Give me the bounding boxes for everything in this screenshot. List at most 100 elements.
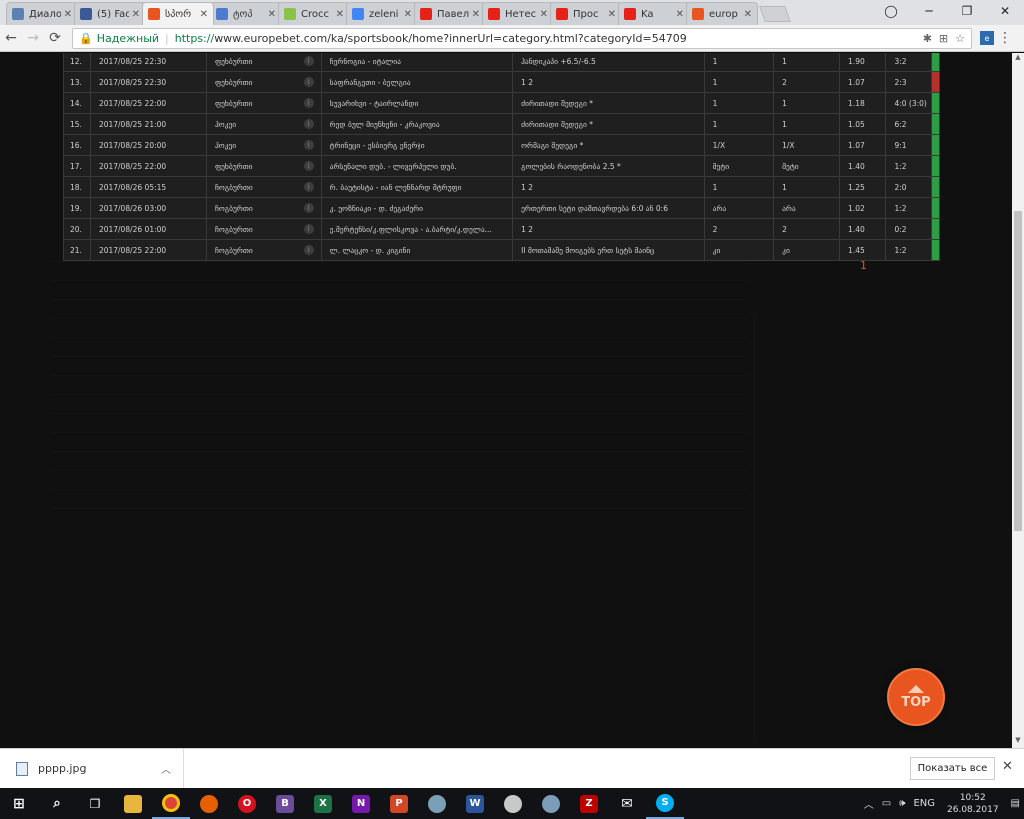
info-icon[interactable]: i — [303, 140, 314, 150]
info-icon[interactable]: i — [303, 224, 314, 234]
new-tab-button[interactable] — [759, 6, 791, 22]
table-row[interactable]: 19. 2017/08/26 03:00 ჩოგბურთი i კ. უოზნიაკი … — [63, 197, 941, 219]
start-icon[interactable]: ⊞ — [0, 788, 38, 819]
excel-icon[interactable]: X — [304, 788, 342, 819]
scrollbar-thumb[interactable] — [1014, 211, 1022, 531]
tab-close-icon[interactable]: ✕ — [200, 9, 208, 20]
address-bar[interactable]: 🔒 Надежный | https:// www.europebet.com/… — [72, 27, 972, 49]
table-row[interactable]: 18. 2017/08/26 05:15 ჩოგბურთი i რ. ბაუტისტა … — [63, 176, 941, 198]
browser-tab[interactable]: Crocc ✕ — [278, 2, 350, 25]
table-row[interactable]: 16. 2017/08/25 20:00 ჰოკეი i ტრინეცი - ესბიე… — [63, 134, 941, 156]
search-icon[interactable]: ⌕ — [38, 788, 76, 819]
tab-close-icon[interactable]: ✕ — [676, 9, 684, 20]
scroll-up-icon[interactable]: ▲ — [1012, 53, 1024, 65]
cell-pick: 1/X — [703, 134, 775, 156]
translate-icon[interactable]: ⊞ — [939, 32, 948, 45]
browser-tab[interactable]: zeleni ✕ — [346, 2, 418, 25]
minimize-icon[interactable]: ─ — [910, 0, 948, 22]
show-all-button[interactable]: Показать все — [910, 757, 995, 780]
powerpoint-icon[interactable]: P — [380, 788, 418, 819]
table-row[interactable]: 13. 2017/08/25 22:30 ფეხბურთი i საფრანგეთი -… — [63, 71, 941, 93]
browser-tab[interactable]: (5) Fac ✕ — [74, 2, 146, 25]
info-icon[interactable]: i — [303, 56, 314, 66]
cell-pick: კი — [703, 239, 775, 261]
image-file-icon — [16, 761, 28, 776]
scroll-down-icon[interactable]: ▼ — [1012, 736, 1024, 748]
chevron-up-icon[interactable]: ︿ — [161, 761, 171, 776]
clock[interactable]: 10:52 26.08.2017 — [947, 792, 999, 816]
tab-close-icon[interactable]: ✕ — [404, 9, 412, 20]
tab-close-icon[interactable]: ✕ — [472, 9, 480, 20]
back-icon[interactable]: ← — [0, 30, 22, 46]
browser-tab[interactable]: ტოპ ✕ — [210, 2, 282, 25]
media-icon[interactable] — [418, 788, 456, 819]
close-window-icon[interactable]: ✕ — [986, 0, 1024, 22]
info-icon[interactable]: i — [303, 98, 314, 108]
mail-icon[interactable]: ✉ — [608, 788, 646, 819]
opera-icon[interactable]: O — [228, 788, 266, 819]
info-icon[interactable]: i — [303, 119, 314, 129]
page-scrollbar[interactable]: ▲ ▼ — [1012, 53, 1024, 748]
browser-tab[interactable]: Прос ✕ — [550, 2, 622, 25]
chrome-icon[interactable] — [152, 788, 190, 819]
secure-label[interactable]: Надежный — [97, 32, 159, 45]
file-explorer-icon[interactable] — [114, 788, 152, 819]
tab-close-icon[interactable]: ✕ — [132, 9, 140, 20]
background-divider — [52, 318, 747, 319]
firefox-icon[interactable] — [190, 788, 228, 819]
language-indicator[interactable]: ENG — [913, 798, 935, 809]
task-view-icon[interactable]: ❐ — [76, 788, 114, 819]
extension-badge-icon[interactable]: e — [980, 31, 994, 45]
tray-expand-icon[interactable]: ︿ — [864, 796, 874, 811]
cloud-app-icon[interactable] — [494, 788, 532, 819]
volume-icon[interactable]: 🕪 — [899, 798, 905, 809]
profile-icon[interactable]: ◯ — [872, 0, 910, 22]
cell-date: 2017/08/25 22:30 — [89, 71, 207, 93]
notifications-icon[interactable]: ▤ — [1011, 798, 1020, 809]
table-row[interactable]: 14. 2017/08/25 22:00 ფეხბურთი i სუვარიხვი - … — [63, 92, 941, 114]
table-row[interactable]: 17. 2017/08/25 22:00 ფეხბურთი i არსენალი დუბ… — [63, 155, 941, 177]
menu-icon[interactable]: ⋮ — [994, 30, 1016, 46]
forward-icon[interactable]: → — [22, 30, 44, 46]
browser-tab[interactable]: europ ✕ — [686, 2, 758, 25]
tool-icon[interactable] — [532, 788, 570, 819]
info-icon[interactable]: i — [303, 77, 314, 87]
onenote-icon[interactable]: N — [342, 788, 380, 819]
tab-close-icon[interactable]: ✕ — [336, 9, 344, 20]
table-row[interactable]: 12. 2017/08/25 22:30 ფეხბურთი i ჩერნოგია - ი… — [63, 53, 941, 72]
table-row[interactable]: 15. 2017/08/25 21:00 ჰოკეი i რედ ბულ მიუნხენ… — [63, 113, 941, 135]
browser-tab[interactable]: სპორ ✕ — [142, 2, 214, 25]
word-icon[interactable]: W — [456, 788, 494, 819]
cell-result: 1 — [773, 176, 841, 198]
table-row[interactable]: 20. 2017/08/26 01:00 ჩოგბურთი i ე.მერტენსი/კ… — [63, 218, 941, 240]
tab-close-icon[interactable]: ✕ — [540, 9, 548, 20]
skype-icon[interactable]: S — [646, 788, 684, 819]
info-icon[interactable]: i — [303, 245, 314, 255]
tab-close-icon[interactable]: ✕ — [64, 9, 72, 20]
star-icon[interactable]: ☆ — [955, 32, 965, 45]
info-icon[interactable]: i — [303, 203, 314, 213]
table-row[interactable]: 21. 2017/08/25 22:00 ჩოგბურთი i ლ. ლაცკო - დ… — [63, 239, 941, 261]
download-item[interactable]: pppp.jpg ︿ — [0, 748, 184, 789]
info-icon[interactable]: i — [303, 161, 314, 171]
pagination-current[interactable]: 1 — [860, 259, 867, 272]
tab-close-icon[interactable]: ✕ — [608, 9, 616, 20]
croc-icon — [284, 8, 296, 20]
browser-tab[interactable]: Ka ✕ — [618, 2, 690, 25]
browser-tab[interactable]: Диало ✕ — [6, 2, 78, 25]
browser-tab[interactable]: Нетес ✕ — [482, 2, 554, 25]
scroll-top-button[interactable]: TOP — [887, 668, 945, 726]
puzzle-icon[interactable]: ✱ — [923, 32, 932, 45]
network-icon[interactable]: ▭ — [882, 798, 891, 809]
reload-icon[interactable]: ⟳ — [44, 30, 66, 46]
restore-icon[interactable]: ❐ — [948, 0, 986, 22]
tab-title: ტოპ — [233, 8, 253, 20]
browser-tab[interactable]: Павел ✕ — [414, 2, 486, 25]
lock-icon[interactable]: 🔒 — [79, 32, 93, 45]
b-app-icon[interactable]: B — [266, 788, 304, 819]
tab-close-icon[interactable]: ✕ — [744, 9, 752, 20]
info-icon[interactable]: i — [303, 182, 314, 192]
filezilla-icon[interactable]: Z — [570, 788, 608, 819]
tab-close-icon[interactable]: ✕ — [268, 9, 276, 20]
close-icon[interactable]: ✕ — [1002, 759, 1013, 774]
